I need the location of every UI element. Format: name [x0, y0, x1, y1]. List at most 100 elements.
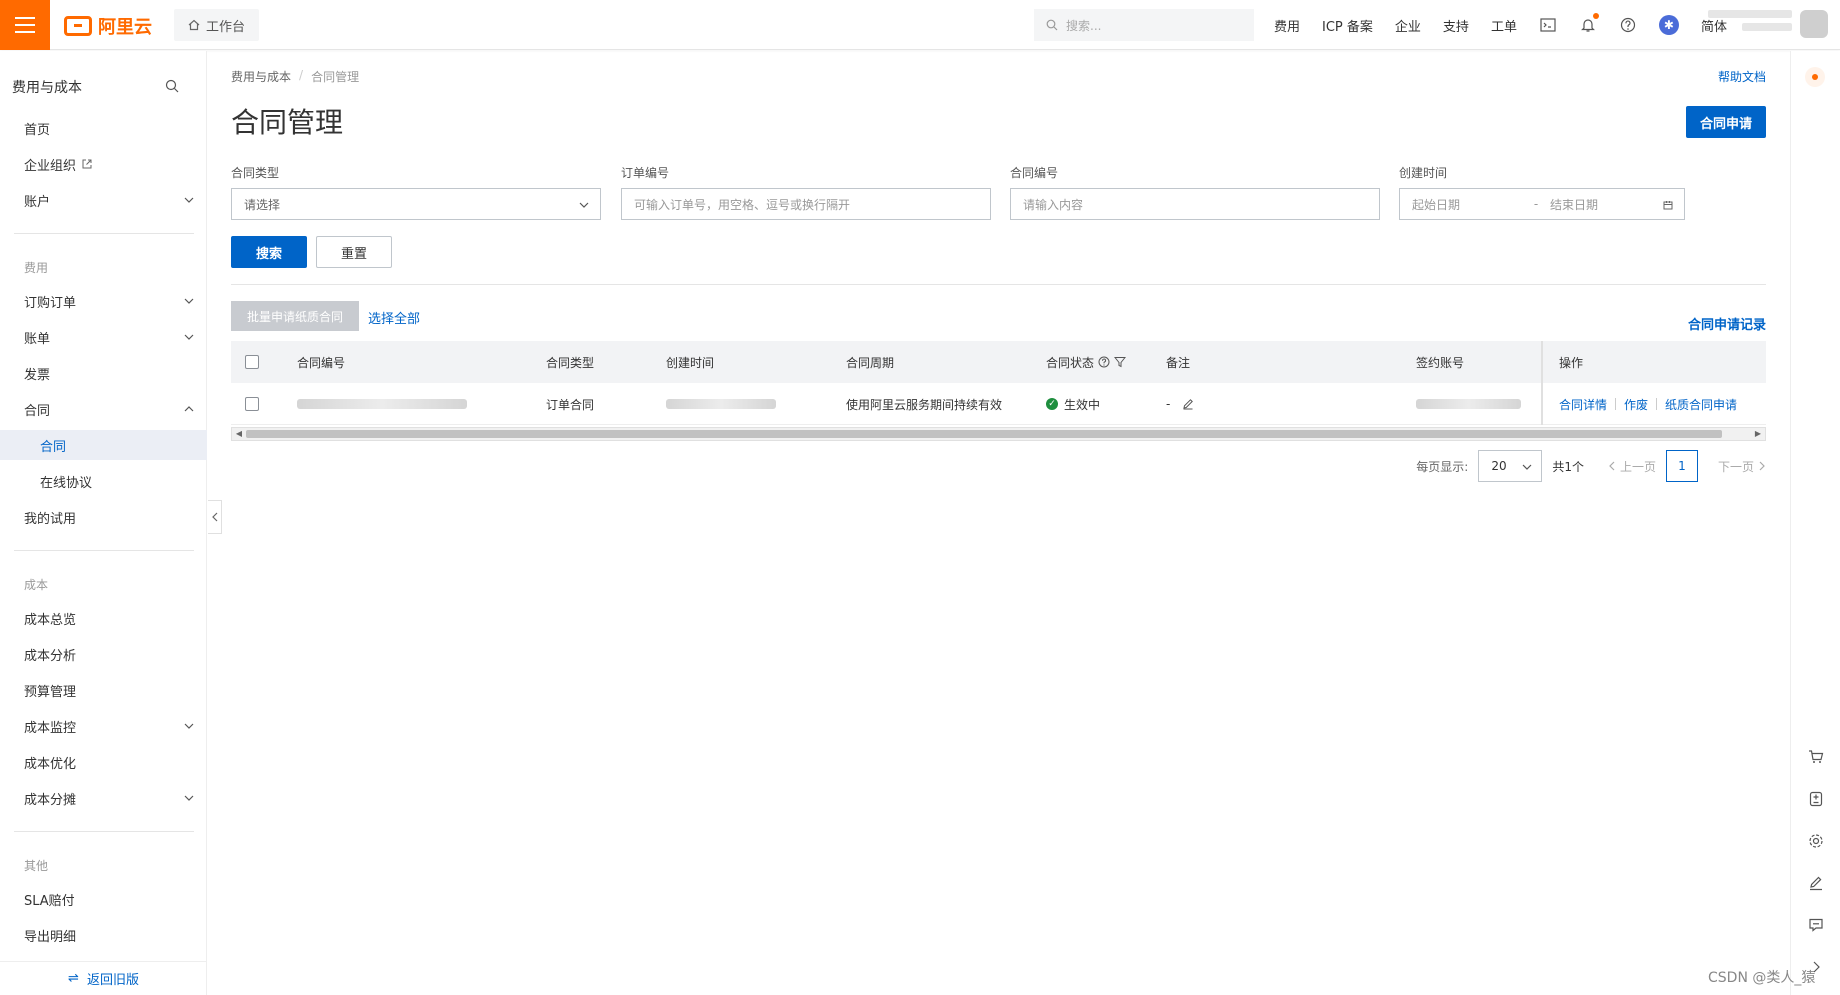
sidebar-item-orders[interactable]: 订购订单: [0, 286, 207, 316]
chevron-down-icon: [579, 202, 589, 208]
void-contract-link[interactable]: 作废: [1624, 396, 1648, 413]
sidebar-item-online-agreement[interactable]: 在线协议: [0, 466, 207, 496]
help-icon[interactable]: [1098, 356, 1110, 368]
avatar[interactable]: [1800, 10, 1828, 38]
reset-button[interactable]: 重置: [316, 236, 392, 268]
prev-page-button[interactable]: 上一页: [1608, 458, 1656, 475]
scroll-right-arrow[interactable]: ▶: [1753, 429, 1763, 439]
calendar-icon: [1663, 201, 1673, 210]
edit-icon[interactable]: [1801, 868, 1831, 898]
column-header-remark: 备注: [1166, 355, 1191, 370]
top-link-icp[interactable]: ICP 备案: [1322, 16, 1373, 35]
sidebar-item-enterprise[interactable]: 企业组织: [0, 149, 207, 179]
cart-icon[interactable]: [1801, 742, 1831, 772]
date-range-picker[interactable]: 起始日期 - 结束日期: [1399, 188, 1685, 220]
breadcrumb-item-fee[interactable]: 费用与成本: [231, 68, 291, 85]
workbench-button[interactable]: 工作台: [174, 9, 260, 41]
sidebar-item-my-trial[interactable]: 我的试用: [0, 502, 207, 532]
sidebar-item-sla[interactable]: SLA赔付: [0, 884, 207, 914]
search-button[interactable]: 搜索: [231, 236, 307, 268]
page-size-value: 20: [1491, 459, 1507, 473]
settings-icon[interactable]: [1801, 826, 1831, 856]
sidebar-item-budget[interactable]: 预算管理: [0, 675, 207, 705]
sidebar-item-cost-analysis[interactable]: 成本分析: [0, 639, 207, 669]
page-size-select[interactable]: 20: [1478, 450, 1543, 482]
bell-icon[interactable]: [1579, 13, 1599, 34]
contract-apply-records-link[interactable]: 合同申请记录: [1688, 314, 1766, 333]
remark-value: -: [1166, 397, 1171, 411]
back-to-old-version-button[interactable]: ⇌ 返回旧版: [0, 961, 207, 995]
header-checkbox[interactable]: [245, 355, 259, 369]
top-link-support[interactable]: 支持: [1443, 16, 1469, 35]
help-icon[interactable]: [1619, 16, 1637, 34]
top-link-ticket[interactable]: 工单: [1491, 16, 1517, 35]
top-link-fee[interactable]: 费用: [1274, 16, 1300, 35]
aliyun-logo[interactable]: 阿里云: [64, 13, 152, 39]
end-date-placeholder[interactable]: 结束日期: [1550, 196, 1598, 213]
sidebar-item-label: 成本优化: [24, 756, 77, 772]
scrollbar-thumb[interactable]: [246, 430, 1722, 438]
contract-type-select[interactable]: 请选择: [231, 188, 601, 220]
batch-paper-contract-button[interactable]: 批量申请纸质合同: [231, 301, 359, 331]
page-size-label: 每页显示:: [1416, 459, 1469, 474]
contract-type-label: 合同类型: [231, 166, 280, 180]
workbench-label: 工作台: [206, 19, 246, 35]
current-page-button[interactable]: 1: [1665, 450, 1698, 482]
filter-icon[interactable]: [1114, 356, 1127, 368]
sidebar-item-cost-overview[interactable]: 成本总览: [0, 603, 207, 633]
sidebar-item-invoice[interactable]: 发票: [0, 358, 207, 388]
horizontal-scrollbar[interactable]: ◀ ▶: [231, 427, 1766, 441]
sidebar: 费用与成本 首页 企业组织 账户 费用 订购订单 账单 发票 合同 合同 在线协…: [0, 51, 207, 995]
sidebar-item-label: 成本分析: [24, 648, 77, 664]
terminal-icon[interactable]: [1539, 16, 1557, 34]
contract-apply-button[interactable]: 合同申请: [1686, 106, 1766, 138]
sidebar-item-label: 首页: [24, 122, 51, 138]
start-date-placeholder[interactable]: 起始日期: [1412, 196, 1522, 213]
sidebar-search-icon[interactable]: [165, 79, 179, 93]
next-page-button[interactable]: 下一页: [1718, 458, 1766, 475]
activity-icon[interactable]: [1805, 67, 1825, 87]
row-checkbox[interactable]: [245, 397, 259, 411]
sidebar-item-bills[interactable]: 账单: [0, 322, 207, 352]
calculator-icon[interactable]: [1801, 784, 1831, 814]
sidebar-item-cost-optimize[interactable]: 成本优化: [0, 747, 207, 777]
order-number-input[interactable]: 可输入订单号，用空格、逗号或换行隔开: [621, 188, 991, 220]
global-search-input[interactable]: 搜索...: [1034, 9, 1254, 41]
sidebar-title: 费用与成本: [12, 80, 82, 96]
right-toolbar: [1790, 51, 1840, 995]
sidebar-item-export[interactable]: 导出明细: [0, 920, 207, 950]
page-title: 合同管理: [231, 106, 344, 139]
chevron-down-icon: [184, 795, 194, 801]
menu-icon[interactable]: [0, 0, 50, 50]
contract-number-cell[interactable]: [297, 383, 467, 425]
sidebar-item-cost-allocation[interactable]: 成本分摊: [0, 783, 207, 813]
order-number-label: 订单编号: [621, 166, 670, 180]
main-content: 费用与成本 / 合同管理 帮助文档 合同管理 合同申请 合同类型 请选择 订单编…: [207, 51, 1790, 995]
contract-number-input[interactable]: 请输入内容: [1010, 188, 1380, 220]
contract-detail-link[interactable]: 合同详情: [1559, 396, 1607, 413]
column-header-status: 合同状态: [1046, 341, 1127, 383]
scroll-left-arrow[interactable]: ◀: [234, 429, 244, 439]
total-count: 共1个: [1552, 459, 1584, 474]
help-docs-link[interactable]: 帮助文档: [1718, 68, 1766, 85]
paper-contract-apply-link[interactable]: 纸质合同申请: [1665, 396, 1737, 413]
edit-icon[interactable]: [1182, 398, 1194, 410]
sidebar-item-cost-monitor[interactable]: 成本监控: [0, 711, 207, 741]
sidebar-item-label: 账单: [24, 331, 51, 347]
sidebar-item-label: 预算管理: [24, 684, 77, 700]
section-divider: [231, 284, 1766, 285]
table-row: 订单合同 使用阿里云服务期间持续有效 ✓ 生效中 - 合同详情 作废 纸质合同申…: [231, 383, 1766, 425]
chevron-down-icon: [1522, 464, 1532, 470]
sidebar-item-account[interactable]: 账户: [0, 185, 207, 215]
ai-assistant-icon[interactable]: ✱: [1658, 15, 1679, 35]
external-link-icon: [82, 159, 92, 169]
top-link-enterprise[interactable]: 企业: [1395, 16, 1421, 35]
column-header-contract-type: 合同类型: [546, 355, 595, 370]
select-all-link[interactable]: 选择全部: [368, 308, 420, 327]
sidebar-item-contract-group[interactable]: 合同: [0, 394, 207, 424]
sidebar-item-home[interactable]: 首页: [0, 113, 207, 143]
chevron-down-icon: [184, 298, 194, 304]
account-info[interactable]: [1708, 10, 1792, 40]
sidebar-item-contract[interactable]: 合同: [0, 430, 207, 460]
feedback-icon[interactable]: [1801, 910, 1831, 940]
